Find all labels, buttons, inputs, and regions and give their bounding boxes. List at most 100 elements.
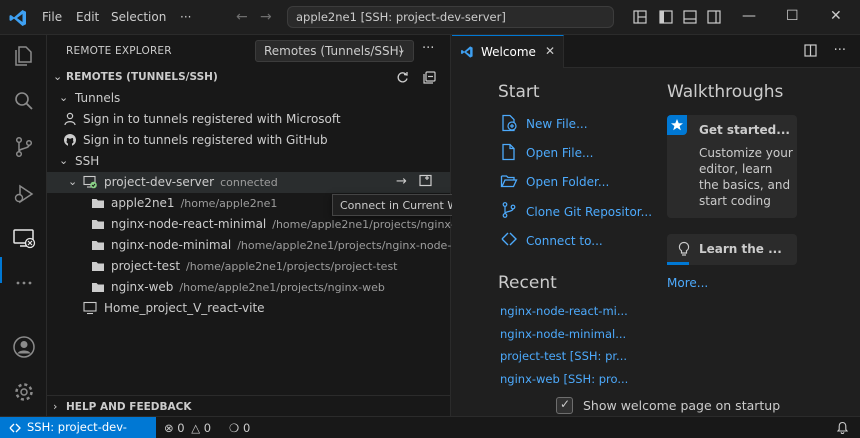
run-debug-icon[interactable] [12,182,36,206]
connect-in-current-window-icon[interactable]: → [396,174,407,189]
more-icon[interactable] [12,271,36,295]
toggle-secondary-sidebar-icon[interactable] [707,10,721,24]
folder-icon [92,241,104,250]
walkthrough-learn[interactable]: Learn the ... [667,234,797,265]
chevron-down-icon: ⌄ [68,175,78,188]
more-walkthroughs-link[interactable]: More... [667,276,708,290]
vscode-logo-icon [461,46,473,58]
folder-path: /home/apple2ne1/projects/nginx-web [179,281,385,294]
toggle-primary-sidebar-icon[interactable] [659,10,673,24]
forward-arrow-icon[interactable]: → [260,9,272,25]
remotes-section-label: REMOTES (TUNNELS/SSH) [66,71,218,83]
toggle-panel-icon[interactable] [683,10,697,24]
tunnel-signin-microsoft[interactable]: Sign in to tunnels registered with Micro… [47,109,450,130]
monitor-icon [83,301,97,315]
walkthrough-get-started[interactable]: Get started... Customize your editor, le… [667,115,797,218]
title-bar: File Edit Selection ··· ← → apple2ne1 [S… [0,0,860,35]
close-window-button[interactable]: ✕ [830,8,842,24]
ssh-label: SSH [75,154,100,168]
remote-indicator-label: SSH: project-dev-server [11,420,127,438]
source-control-icon[interactable] [12,135,36,159]
connect-to-link[interactable]: Connect to... [526,234,603,248]
folder-path: /home/apple2ne1/projects/project-test [186,260,398,273]
search-icon[interactable] [12,89,36,113]
menu-more[interactable]: ··· [180,10,191,24]
active-indicator [0,257,2,283]
ssh-group[interactable]: ⌄ SSH [47,151,450,172]
tunnel-signin-github[interactable]: Sign in to tunnels registered with GitHu… [47,130,450,151]
recent-item[interactable]: nginx-node-react-mi... [500,304,628,318]
back-arrow-icon[interactable]: ← [236,9,248,25]
menu-edit[interactable]: Edit [76,10,99,24]
remote-explorer-sidebar: REMOTE EXPLORER Remotes (Tunnels/SSH) ⌄ … [47,35,465,417]
minimize-button[interactable]: — [742,8,756,24]
folder-icon [92,262,104,271]
recent-item[interactable]: project-test [SSH: pr... [500,349,627,363]
folder-label: apple2ne1/home/apple2ne1 [111,196,277,210]
customize-layout-icon[interactable] [633,10,647,24]
open-folder-icon [500,175,518,188]
close-icon[interactable]: ✕ [545,44,555,58]
collapse-all-icon[interactable] [423,71,436,84]
remote-connect-icon [501,232,517,246]
folder-icon [92,199,104,208]
error-icon: ⊗ [164,421,174,435]
folder-item[interactable]: nginx-node-react-minimal/home/apple2ne1/… [47,214,465,235]
clone-git-repository-link[interactable]: Clone Git Repositor... [526,205,652,219]
remotes-dropdown-value: Remotes (Tunnels/SSH) [264,44,404,58]
help-feedback-section-header[interactable]: › HELP AND FEEDBACK [47,395,450,417]
remote-indicator[interactable]: SSH: project-dev-server [0,417,156,438]
recent-item[interactable]: nginx-web [SSH: pro... [500,372,628,386]
help-feedback-label: HELP AND FEEDBACK [66,401,192,413]
broadcast-icon: ❍ [229,421,240,435]
menu-selection[interactable]: Selection [111,10,166,24]
walkthrough-title: Get started... [699,123,790,137]
ssh-host-project-dev-server[interactable]: ⌄ project-dev-server connected → [47,172,450,193]
menu-file[interactable]: File [42,10,62,24]
maximize-button[interactable]: ☐ [786,8,799,24]
folder-label: nginx-node-react-minimal/home/apple2ne1/… [111,217,465,231]
github-icon [64,134,76,146]
refresh-icon[interactable] [396,71,409,84]
folder-label: nginx-node-minimal/home/apple2ne1/projec… [111,238,462,252]
lightbulb-icon [678,241,690,256]
folder-item[interactable]: nginx-web/home/apple2ne1/projects/nginx-… [47,277,450,298]
tab-welcome[interactable]: Welcome ✕ [452,35,564,68]
explorer-icon[interactable] [12,44,36,68]
remotes-section-header[interactable]: ⌄ REMOTES (TUNNELS/SSH) [47,67,450,89]
show-welcome-checkbox[interactable]: ✓ [556,397,573,414]
connect-in-new-window-icon[interactable] [419,174,432,187]
folder-path: /home/apple2ne1/projects/nginx-node-... [237,239,462,252]
folder-path: /home/apple2ne1/projects/nginx-... [272,218,466,231]
ssh-host-name: project-dev-server connected [104,175,278,189]
warning-count: 0 [203,421,212,435]
tunnel-signin-github-label: Sign in to tunnels registered with GitHu… [83,133,328,147]
notifications-bell-icon[interactable] [836,421,849,434]
remotes-dropdown[interactable]: Remotes (Tunnels/SSH) ⌄ [255,40,414,62]
new-file-link[interactable]: New File... [526,117,588,131]
walkthrough-progress-bar [667,262,690,265]
remote-indicator-icon [9,423,21,433]
folder-label: project-test/home/apple2ne1/projects/pro… [111,259,398,273]
split-editor-icon[interactable] [804,44,818,57]
sidebar-title: REMOTE EXPLORER [66,45,172,57]
folder-name: nginx-web [111,280,174,294]
folder-item[interactable]: nginx-node-minimal/home/apple2ne1/projec… [47,235,462,256]
new-file-icon [502,114,517,132]
editor-more-actions-icon[interactable]: ··· [834,43,846,58]
settings-gear-icon[interactable] [12,380,36,404]
ssh-host-home-project[interactable]: Home_project_V_react-vite [47,298,450,319]
command-center[interactable]: apple2ne1 [SSH: project-dev-server] [287,6,614,28]
ports-indicator[interactable]: ❍ 0 [229,421,250,435]
recent-item[interactable]: nginx-node-minimal... [500,327,626,341]
folder-item[interactable]: project-test/home/apple2ne1/projects/pro… [47,256,450,277]
ports-count: 0 [242,421,251,435]
chevron-down-icon: ⌄ [396,43,406,56]
open-file-link[interactable]: Open File... [526,146,593,160]
problems-indicator[interactable]: ⊗ 0 △ 0 [164,421,211,435]
account-icon[interactable] [12,335,36,359]
sidebar-more-actions-icon[interactable]: ··· [422,41,434,56]
tunnels-group[interactable]: ⌄ Tunnels [47,88,450,109]
remote-explorer-icon[interactable] [12,226,36,250]
open-folder-link[interactable]: Open Folder... [526,175,609,189]
